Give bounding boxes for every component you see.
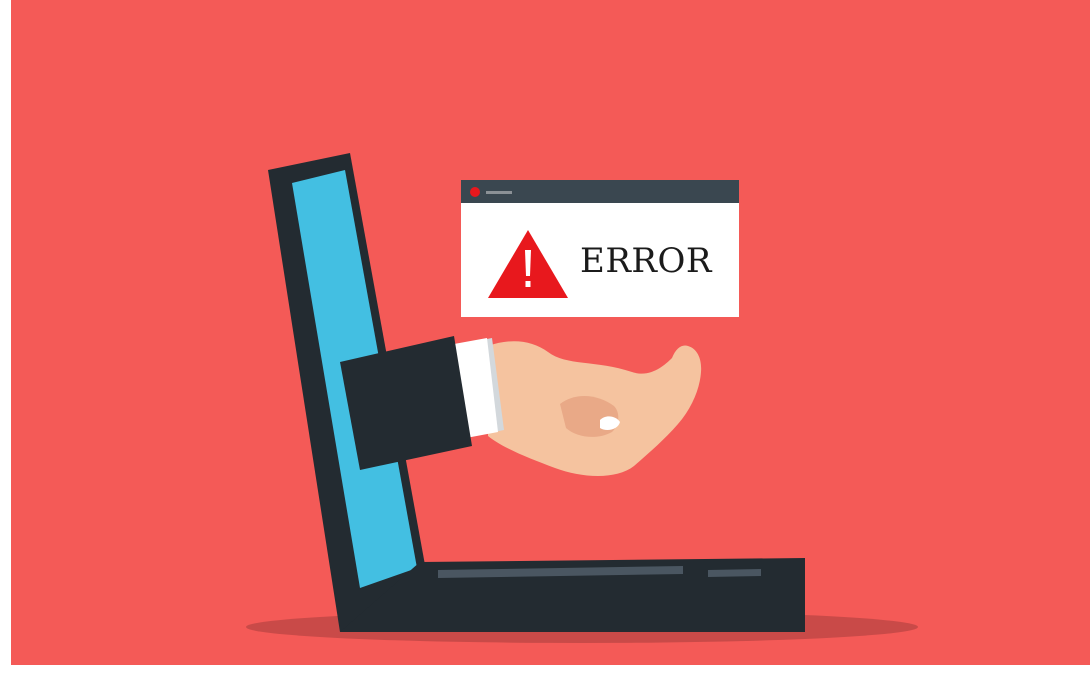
title-placeholder-line [486, 191, 512, 194]
error-window: ERROR [461, 180, 739, 317]
keyboard-strip-right [708, 569, 761, 577]
error-label: ERROR [580, 241, 713, 281]
error-illustration: ERROR [0, 0, 1090, 678]
close-dot-icon [470, 187, 480, 197]
illustration-frame: ERROR [0, 0, 1090, 678]
